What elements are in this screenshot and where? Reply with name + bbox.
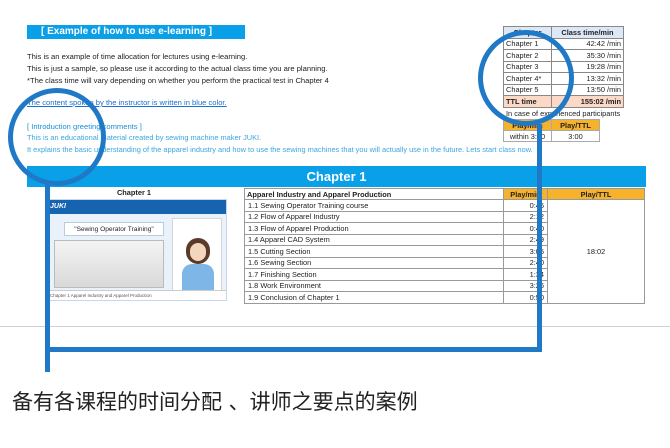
connector-line-right <box>537 124 542 352</box>
instructor-face <box>190 243 206 261</box>
chapter-left-header: Chapter 1 <box>116 188 152 197</box>
cell-play-min[interactable]: within 3:00 <box>503 130 552 142</box>
connector-line-left <box>45 183 50 372</box>
lesson-name[interactable]: 1.5 Cutting Section <box>244 245 504 258</box>
intro-line-2: This is just a sample, so please use it … <box>27 64 328 73</box>
thumbnail-caption: "Sewing Operator Training" course <box>64 222 164 247</box>
lesson-name[interactable]: 1.4 Apparel CAD System <box>244 233 504 246</box>
lessons-table: Apparel Industry and Apparel Production … <box>244 188 645 304</box>
thumbnail-header-band <box>46 200 226 214</box>
lesson-name[interactable]: 1.1 Sewing Operator Training course <box>244 199 504 212</box>
highlight-ring-left <box>8 88 106 186</box>
header-class-time: Class time/min <box>551 26 624 39</box>
page-title: [ Example of how to use e-learning ] <box>27 25 245 39</box>
bottom-caption: 备有各课程的时间分配 、讲师之要点的案例 <box>12 390 418 414</box>
lesson-name[interactable]: 1.9 Conclusion of Chapter 1 <box>244 291 504 304</box>
thumbnail-footer: Chapter 1 Apparel Industry and Apparel P… <box>46 290 226 300</box>
header-lesson-name: Apparel Industry and Apparel Production <box>244 188 504 200</box>
lesson-name[interactable]: 1.7 Finishing Section <box>244 268 504 281</box>
intro-line-3: *The class time will vary depending on w… <box>27 76 329 85</box>
lesson-name[interactable]: 1.2 Flow of Apparel Industry <box>244 210 504 223</box>
header-play-ttl: Play/TTL <box>551 119 600 131</box>
sewing-machines-image <box>54 240 164 288</box>
intro-line-1: This is an example of time allocation fo… <box>27 52 248 61</box>
highlight-ring-right <box>478 30 574 126</box>
header-play-ttl: Play/TTL <box>547 188 645 200</box>
lesson-name[interactable]: 1.3 Flow of Apparel Production <box>244 222 504 235</box>
chapter-banner: Chapter 1 <box>27 166 646 187</box>
table-row[interactable]: within 3:00 3:00 <box>503 130 600 142</box>
lesson-name[interactable]: 1.6 Sewing Section <box>244 256 504 269</box>
juki-logo: JUKI <box>50 203 66 210</box>
table-row[interactable]: 1.1 Sewing Operator Training course 0:46… <box>244 199 645 304</box>
spreadsheet-area: [ Example of how to use e-learning ] Thi… <box>0 0 670 327</box>
lesson-name[interactable]: 1.8 Work Environment <box>244 279 504 292</box>
chapter-thumbnail[interactable]: JUKI "Sewing Operator Training" course C… <box>45 199 227 301</box>
cell-play-ttl[interactable]: 3:00 <box>551 130 600 142</box>
connector-line-bottom <box>45 347 542 352</box>
lesson-total[interactable]: 18:02 <box>547 199 645 304</box>
